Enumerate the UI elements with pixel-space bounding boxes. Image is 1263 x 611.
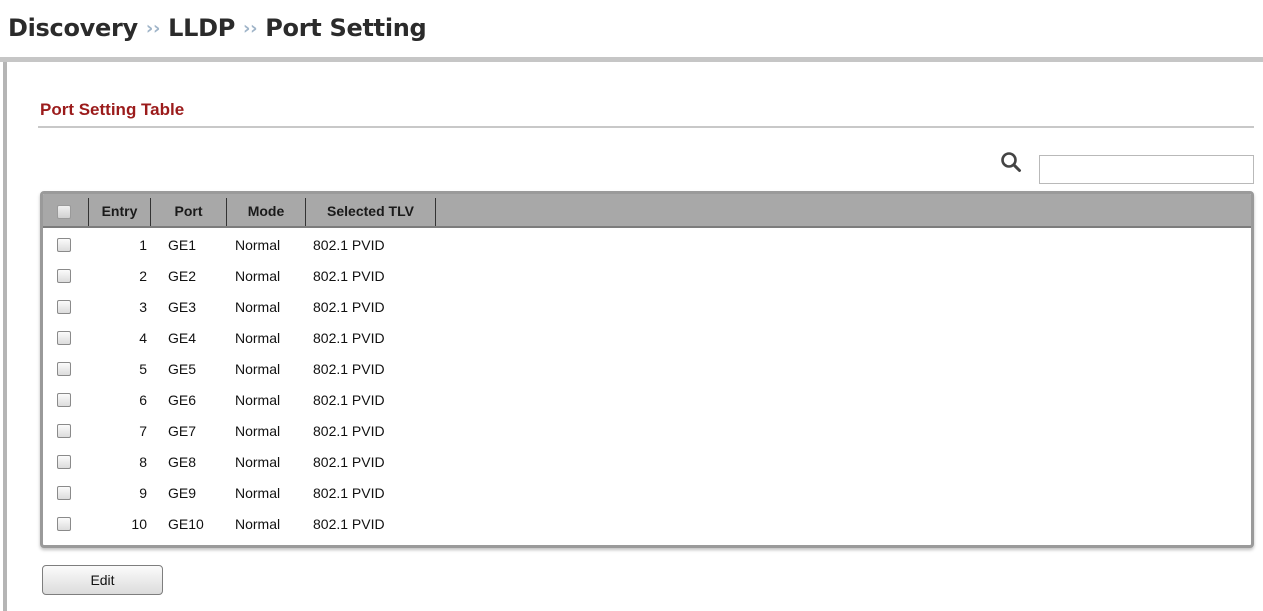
cell-selected-tlv: 802.1 PVID	[313, 423, 385, 439]
cell-port: GE3	[168, 299, 197, 315]
row-checkbox[interactable]	[57, 393, 71, 407]
cell-mode: Normal	[235, 299, 281, 315]
row-checkbox[interactable]	[57, 517, 71, 531]
table-row[interactable]: 1 GE1 Normal 802.1 PVID	[43, 230, 1251, 261]
breadcrumb-item-lldp[interactable]: LLDP	[168, 14, 235, 42]
cell-selected-tlv: 802.1 PVID	[313, 516, 385, 532]
cell-port: GE5	[168, 361, 197, 377]
section-title: Port Setting Table	[40, 100, 185, 119]
cell-mode: Normal	[235, 516, 281, 532]
select-all-checkbox[interactable]	[57, 205, 71, 219]
row-checkbox[interactable]	[57, 486, 71, 500]
cell-port: GE2	[168, 268, 197, 284]
table-row[interactable]: 5 GE5 Normal 802.1 PVID	[43, 354, 1251, 385]
table-row[interactable]: 6 GE6 Normal 802.1 PVID	[43, 385, 1251, 416]
cell-selected-tlv: 802.1 PVID	[313, 237, 385, 253]
cell-entry: 9	[139, 485, 147, 501]
cell-entry: 3	[139, 299, 147, 315]
column-header-entry[interactable]: Entry	[89, 194, 150, 228]
column-header-mode[interactable]: Mode	[227, 194, 305, 228]
column-header-port[interactable]: Port	[151, 194, 226, 228]
cell-selected-tlv: 802.1 PVID	[313, 454, 385, 470]
cell-selected-tlv: 802.1 PVID	[313, 330, 385, 346]
column-header-selected-tlv[interactable]: Selected TLV	[306, 194, 435, 228]
cell-port: GE6	[168, 392, 197, 408]
cell-entry: 2	[139, 268, 147, 284]
cell-mode: Normal	[235, 330, 281, 346]
cell-entry: 8	[139, 454, 147, 470]
cell-port: GE8	[168, 454, 197, 470]
column-divider	[435, 198, 436, 226]
row-checkbox[interactable]	[57, 269, 71, 283]
row-checkbox[interactable]	[57, 331, 71, 345]
table-row[interactable]: 10 GE10 Normal 802.1 PVID	[43, 509, 1251, 540]
header-divider	[0, 57, 1263, 62]
breadcrumb-separator: ››	[243, 18, 258, 39]
table-row[interactable]: 4 GE4 Normal 802.1 PVID	[43, 323, 1251, 354]
cell-port: GE9	[168, 485, 197, 501]
cell-entry: 6	[139, 392, 147, 408]
cell-mode: Normal	[235, 361, 281, 377]
table-row[interactable]: 2 GE2 Normal 802.1 PVID	[43, 261, 1251, 292]
row-checkbox[interactable]	[57, 300, 71, 314]
cell-selected-tlv: 802.1 PVID	[313, 392, 385, 408]
page-header: Discovery ›› LLDP ›› Port Setting	[0, 0, 1263, 62]
cell-mode: Normal	[235, 268, 281, 284]
table-header: Entry Port Mode Selected TLV	[43, 194, 1251, 228]
cell-entry: 4	[139, 330, 147, 346]
breadcrumb-separator: ››	[145, 18, 161, 39]
left-border	[3, 60, 7, 611]
edit-button[interactable]: Edit	[42, 565, 163, 595]
cell-port: GE4	[168, 330, 197, 346]
section-divider	[38, 126, 1254, 128]
table-row[interactable]: 7 GE7 Normal 802.1 PVID	[43, 416, 1251, 447]
cell-port: GE7	[168, 423, 197, 439]
cell-selected-tlv: 802.1 PVID	[313, 268, 385, 284]
cell-selected-tlv: 802.1 PVID	[313, 299, 385, 315]
cell-mode: Normal	[235, 392, 281, 408]
cell-port: GE1	[168, 237, 197, 253]
breadcrumb-item-discovery[interactable]: Discovery	[8, 14, 138, 42]
breadcrumb: Discovery ›› LLDP ›› Port Setting	[8, 14, 427, 42]
cell-port: GE10	[168, 516, 204, 532]
table-row[interactable]: 3 GE3 Normal 802.1 PVID	[43, 292, 1251, 323]
cell-mode: Normal	[235, 485, 281, 501]
table-body: 1 GE1 Normal 802.1 PVID 2 GE2 Normal 802…	[43, 230, 1251, 540]
row-checkbox[interactable]	[57, 455, 71, 469]
cell-entry: 10	[131, 516, 147, 532]
port-setting-table: Entry Port Mode Selected TLV 1 GE1 Norma…	[40, 191, 1254, 548]
table-row[interactable]: 8 GE8 Normal 802.1 PVID	[43, 447, 1251, 478]
cell-selected-tlv: 802.1 PVID	[313, 361, 385, 377]
row-checkbox[interactable]	[57, 362, 71, 376]
cell-mode: Normal	[235, 423, 281, 439]
cell-selected-tlv: 802.1 PVID	[313, 485, 385, 501]
table-row[interactable]: 9 GE9 Normal 802.1 PVID	[43, 478, 1251, 509]
cell-mode: Normal	[235, 454, 281, 470]
cell-entry: 1	[139, 237, 147, 253]
row-checkbox[interactable]	[57, 424, 71, 438]
cell-entry: 7	[139, 423, 147, 439]
search-input[interactable]	[1039, 155, 1254, 184]
row-checkbox[interactable]	[57, 238, 71, 252]
search-icon[interactable]	[1000, 151, 1022, 173]
cell-mode: Normal	[235, 237, 281, 253]
breadcrumb-item-port-setting: Port Setting	[265, 14, 427, 42]
cell-entry: 5	[139, 361, 147, 377]
